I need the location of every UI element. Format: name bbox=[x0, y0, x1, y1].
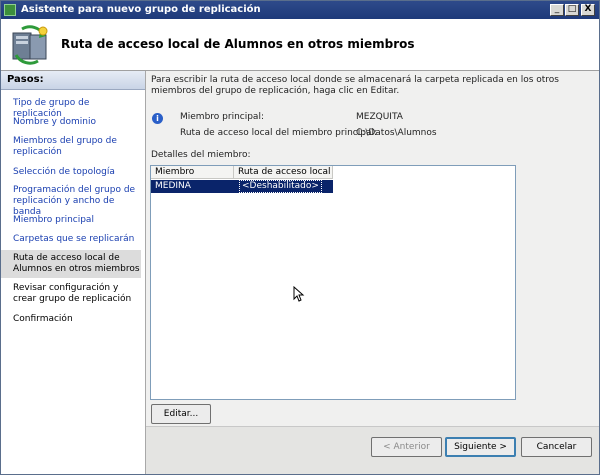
info-icon: i bbox=[152, 113, 163, 124]
replication-wizard-icon bbox=[12, 25, 48, 65]
edit-button[interactable]: Editar... bbox=[151, 404, 211, 424]
step-confirmacion: Confirmación bbox=[13, 314, 73, 324]
step-miembros[interactable]: Miembros del grupo de replicación bbox=[1, 136, 141, 158]
step-miembro-principal[interactable]: Miembro principal bbox=[1, 215, 141, 226]
member-cell: MEDINA bbox=[155, 181, 191, 191]
path-cell: <Deshabilitado> bbox=[239, 180, 322, 193]
close-button[interactable]: X bbox=[581, 4, 595, 16]
step-programacion[interactable]: Programación del grupo de replicación y … bbox=[1, 185, 141, 218]
page-title: Ruta de acceso local de Alumnos en otros… bbox=[61, 37, 415, 51]
primary-member-value: MEZQUITA bbox=[356, 112, 403, 122]
step-ruta-acceso-current: Ruta de acceso local de Alumnos en otros… bbox=[1, 250, 141, 278]
primary-path-label: Ruta de acceso local del miembro princip… bbox=[180, 128, 377, 138]
wizard-window: Asistente para nuevo grupo de replicació… bbox=[0, 0, 600, 475]
table-row[interactable]: MEDINA <Deshabilitado> bbox=[151, 180, 333, 193]
intro-text: Para escribir la ruta de acceso local do… bbox=[151, 75, 559, 96]
title-bar[interactable]: Asistente para nuevo grupo de replicació… bbox=[1, 1, 599, 19]
back-button[interactable]: < Anterior bbox=[371, 437, 442, 457]
app-icon bbox=[4, 4, 16, 16]
primary-member-label: Miembro principal: bbox=[180, 112, 264, 122]
footer-bar: < Anterior Siguiente > Cancelar bbox=[146, 427, 599, 474]
steps-sidebar: Pasos: Tipo de grupo de replicación Nomb… bbox=[1, 71, 146, 474]
wizard-header: Ruta de acceso local de Alumnos en otros… bbox=[1, 19, 599, 71]
maximize-button[interactable]: □ bbox=[565, 4, 579, 16]
member-details-list[interactable]: Miembro Ruta de acceso local MEDINA <Des… bbox=[150, 165, 516, 400]
step-carpetas[interactable]: Carpetas que se replicarán bbox=[1, 234, 141, 245]
steps-heading-bar: Pasos: bbox=[1, 71, 145, 90]
step-nombre-dominio[interactable]: Nombre y dominio bbox=[1, 117, 141, 128]
steps-heading: Pasos: bbox=[7, 74, 44, 85]
column-header-member[interactable]: Miembro bbox=[151, 166, 234, 179]
mouse-pointer-icon bbox=[293, 286, 305, 302]
member-details-label: Detalles del miembro: bbox=[151, 150, 251, 160]
next-button[interactable]: Siguiente > bbox=[445, 437, 516, 457]
primary-path-value: C:\Datos\Alumnos bbox=[356, 128, 437, 138]
step-topologia[interactable]: Selección de topología bbox=[1, 167, 141, 178]
content-panel: Para escribir la ruta de acceso local do… bbox=[146, 71, 599, 474]
column-header-path[interactable]: Ruta de acceso local bbox=[234, 166, 333, 179]
window-title: Asistente para nuevo grupo de replicació… bbox=[21, 4, 261, 15]
minimize-button[interactable]: _ bbox=[550, 4, 564, 16]
cancel-button[interactable]: Cancelar bbox=[521, 437, 592, 457]
step-revisar: Revisar configuración y crear grupo de r… bbox=[13, 283, 132, 304]
